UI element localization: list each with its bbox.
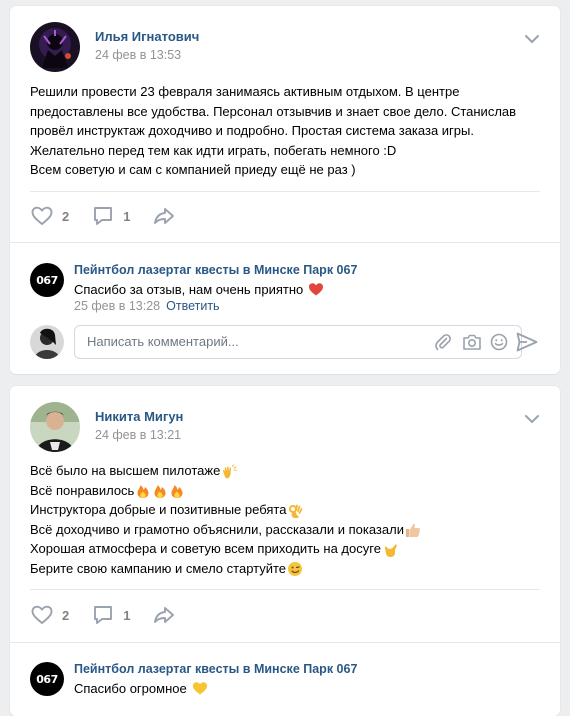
- post-line: Всё было на высшем пилотаже: [30, 461, 545, 481]
- current-user-avatar[interactable]: [30, 325, 64, 359]
- author-avatar[interactable]: [30, 22, 80, 72]
- post-actions: 2 1: [30, 204, 206, 228]
- divider: [10, 242, 560, 243]
- post-card: Никита Мигун 24 фев в 13:21 Всё было на …: [10, 386, 560, 716]
- post-text: Решили провести 23 февраля занимаясь акт…: [30, 82, 545, 180]
- post-text: Всё было на высшем пилотаже Всё понравил…: [30, 461, 545, 578]
- post-line: Хорошая атмосфера и советую всем приходи…: [30, 539, 545, 559]
- post-line: Решили провести 23 февраля занимаясь акт…: [30, 84, 460, 99]
- comment-text: Спасибо за отзыв, нам очень приятно: [74, 281, 324, 297]
- heart-icon: [31, 605, 53, 624]
- divider: [10, 642, 560, 643]
- post-line: Инструктора добрые и позитивные ребята: [30, 500, 545, 520]
- like-button[interactable]: 2: [30, 204, 69, 228]
- post-line-text: Всё было на высшем пилотаже: [30, 463, 221, 478]
- clapping-hands-icon: [223, 464, 237, 479]
- chevron-down-icon[interactable]: [524, 34, 540, 44]
- post-line-text: Всё доходчиво и грамотно объяснили, расс…: [30, 521, 404, 537]
- fire-icon: [154, 485, 166, 499]
- heart-icon: [31, 206, 53, 225]
- comment-icon: [94, 606, 113, 624]
- like-button[interactable]: 2: [30, 603, 69, 627]
- share-icon: [154, 607, 175, 623]
- post-line-text: Инструктора добрые и позитивные ребята: [30, 502, 287, 517]
- divider: [30, 589, 540, 590]
- paperclip-icon[interactable]: [434, 333, 452, 351]
- post-date[interactable]: 24 фев в 13:53: [95, 48, 181, 62]
- comment-avatar[interactable]: 067: [30, 662, 64, 696]
- comment-text: Спасибо огромное: [74, 680, 208, 696]
- yellow-heart-icon: [192, 682, 207, 695]
- send-icon[interactable]: [516, 332, 538, 352]
- post-actions: 2 1: [30, 603, 206, 627]
- post-line-text: Хорошая атмосфера и советую всем приходи…: [30, 541, 381, 556]
- post-line: Всё доходчиво и грамотно объяснили, расс…: [30, 520, 545, 540]
- comments-count: 1: [123, 208, 131, 224]
- comment-button[interactable]: 1: [91, 603, 130, 627]
- post-card: Илья Игнатович 24 фев в 13:53 Решили про…: [10, 6, 560, 374]
- post-author[interactable]: Илья Игнатович: [95, 29, 199, 44]
- post-date[interactable]: 24 фев в 13:21: [95, 428, 181, 442]
- composer-tools: [434, 333, 508, 351]
- likes-count: 2: [62, 607, 70, 623]
- post-line: Берите свою кампанию и смело стартуйте: [30, 559, 545, 579]
- thumbs-up-icon: [405, 523, 420, 538]
- post-line: Всё понравилось: [30, 481, 545, 501]
- post-line-text: Берите свою кампанию и смело стартуйте: [30, 560, 287, 576]
- post-author[interactable]: Никита Мигун: [95, 409, 183, 424]
- post-line: предоставлены все удобства. Персонал отз…: [30, 103, 517, 119]
- post-line: Всем советую и сам с компанией приеду ещ…: [30, 162, 356, 177]
- comment-author[interactable]: Пейнтбол лазертаг квесты в Минске Парк 0…: [74, 263, 357, 277]
- likes-count: 2: [62, 208, 70, 224]
- comment-date[interactable]: 25 фев в 13:28: [74, 299, 160, 313]
- comment-text-body: Спасибо за отзыв, нам очень приятно: [74, 281, 304, 297]
- post-line-text: Всё понравилось: [30, 482, 135, 498]
- comment-author[interactable]: Пейнтбол лазертаг квесты в Минске Парк 0…: [74, 662, 357, 676]
- divider: [30, 191, 540, 192]
- comment-button[interactable]: 1: [91, 204, 130, 228]
- author-avatar[interactable]: [30, 402, 80, 452]
- fire-icon: [137, 485, 149, 499]
- comment-composer: Написать комментарий...: [30, 325, 540, 359]
- camera-icon[interactable]: [462, 333, 482, 351]
- comment-icon: [94, 207, 113, 225]
- smiley-icon[interactable]: [490, 333, 508, 351]
- comments-count: 1: [123, 607, 131, 623]
- post-line: провёл инструктаж доходчиво и подробно. …: [30, 123, 474, 138]
- share-button[interactable]: [152, 603, 184, 627]
- post-line: Желательно перед тем как идти играть, по…: [30, 142, 397, 158]
- ok-hand-icon: [289, 504, 303, 518]
- red-heart-icon: [309, 283, 324, 296]
- share-icon: [154, 208, 175, 224]
- reply-link[interactable]: Ответить: [166, 299, 219, 313]
- comment-avatar[interactable]: 067: [30, 263, 64, 297]
- comment-meta: 25 фев в 13:28 Ответить: [74, 299, 220, 313]
- share-button[interactable]: [152, 204, 184, 228]
- fire-icon: [171, 485, 183, 499]
- call-me-hand-icon: [384, 544, 397, 557]
- chevron-down-icon[interactable]: [524, 414, 540, 424]
- winking-face-icon: [288, 562, 303, 577]
- comment-text-body: Спасибо огромное: [74, 680, 187, 696]
